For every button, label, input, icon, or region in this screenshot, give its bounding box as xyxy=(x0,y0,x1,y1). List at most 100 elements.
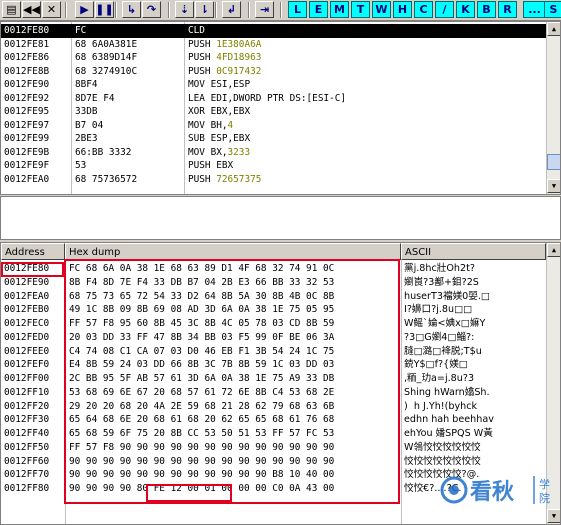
window-button-c[interactable]: C xyxy=(414,1,433,18)
dump-ascii: ,粫_玏a=j.8u?3 xyxy=(404,373,475,384)
window-button-b[interactable]: B xyxy=(477,1,496,18)
dump-address: 0012FF20 xyxy=(4,400,50,412)
window-button-h[interactable]: H xyxy=(393,1,412,18)
hex-dump-highlight-box xyxy=(64,259,400,504)
disasm-command: PUSH EBX xyxy=(188,159,233,173)
disasm-row[interactable]: 0012FE86 68 6389D14F PUSH 4FD18963 xyxy=(1,51,546,65)
dump-address: 0012FF40 xyxy=(4,428,50,439)
disasm-row[interactable]: 0012FE90 8BF4 MOV ESI,ESP xyxy=(1,78,546,92)
disasm-address: 0012FE81 xyxy=(4,38,50,50)
scroll-down-icon[interactable]: ▼ xyxy=(547,179,560,193)
dump-address: 0012FE90 xyxy=(4,276,50,288)
dump-address: 0012FF30 xyxy=(4,414,50,426)
trace-over-icon[interactable]: ⇂ xyxy=(195,1,214,18)
dump-address: 0012FEC0 xyxy=(4,318,50,329)
disasm-command: PUSH 0C917432 xyxy=(188,65,261,79)
disasm-hex: 8BF4 xyxy=(75,79,98,90)
trace-into-icon[interactable]: ⇣ xyxy=(175,1,194,18)
address-highlight-box xyxy=(1,262,64,277)
disasm-row[interactable]: 0012FE9F 53 PUSH EBX xyxy=(1,159,546,173)
disasm-row[interactable]: 0012FE97 B7 04 MOV BH,4 xyxy=(1,119,546,133)
window-button-e[interactable]: E xyxy=(309,1,328,18)
window-button-k[interactable]: K xyxy=(456,1,475,18)
disasm-row[interactable]: 0012FE92 8D7E F4 LEA EDI,DWORD PTR DS:[ESI… xyxy=(1,92,546,106)
svg-text:学: 学 xyxy=(539,477,550,491)
dump-address: 0012FF50 xyxy=(4,441,50,453)
dump-ascii: 恔恔恔恔恔恔恔恔 xyxy=(404,455,481,467)
pause-icon[interactable]: ❚❚ xyxy=(95,1,114,18)
scroll-up-icon[interactable]: ▲ xyxy=(547,243,560,257)
toolbar-separator xyxy=(248,2,250,18)
window-button-l[interactable]: L xyxy=(288,1,307,18)
disasm-row[interactable]: 0012FE80 FC CLD xyxy=(1,24,546,38)
return-address-highlight-box xyxy=(146,484,232,502)
window-button-slash[interactable]: / xyxy=(435,1,454,18)
rewind-icon[interactable]: ◀◀ xyxy=(22,1,41,18)
window-button-r[interactable]: R xyxy=(498,1,517,18)
open-icon[interactable]: ▤ xyxy=(2,1,21,18)
scroll-up-icon[interactable]: ▲ xyxy=(547,22,560,36)
disasm-mnemonic: PUSH xyxy=(188,65,217,77)
disasm-hex: FC xyxy=(75,25,87,36)
dump-ascii: huserT3襠媄0婯.□ xyxy=(404,290,490,302)
dump-ascii: ) h J.Yh!(byhck xyxy=(404,400,478,412)
window-button-t[interactable]: T xyxy=(351,1,370,18)
disasm-argument: 72657375 xyxy=(216,173,262,185)
address-column-header[interactable]: Address xyxy=(1,243,65,260)
disasm-hex: 68 3274910C xyxy=(75,65,138,77)
window-button-w[interactable]: W xyxy=(372,1,391,18)
dump-address: 0012FEB0 xyxy=(4,304,50,316)
window-button-more[interactable]: ... xyxy=(523,1,546,18)
window-button-m[interactable]: M xyxy=(330,1,349,18)
disasm-address: 0012FE86 xyxy=(4,52,50,63)
disasm-row[interactable]: 0012FEA0 68 75736572 PUSH 72657375 xyxy=(1,173,546,187)
disasm-hex: 68 6389D14F xyxy=(75,52,138,63)
disasm-scrollbar[interactable]: ▲ ▼ xyxy=(546,22,560,194)
disasm-mnemonic: MOV BH, xyxy=(188,119,228,131)
disasm-hex: 33DB xyxy=(75,106,98,117)
toolbar-separator xyxy=(215,2,217,18)
dump-ascii: 黨j.8hc壯Oh2t? xyxy=(404,263,475,274)
dump-address: 0012FEA0 xyxy=(4,290,50,302)
disasm-address: 0012FE9F xyxy=(4,160,50,171)
disasm-command: PUSH 4FD18963 xyxy=(188,51,261,65)
disasm-hex: 66:BB 3332 xyxy=(75,146,132,158)
run-icon[interactable]: ▶ xyxy=(75,1,94,18)
hex-column-header[interactable]: Hex dump xyxy=(65,243,401,260)
disasm-row[interactable]: 0012FE9B 66:BB 3332 MOV BX,3233 xyxy=(1,146,546,160)
disasm-address: 0012FE8B xyxy=(4,65,50,77)
disasm-mnemonic: PUSH EBX xyxy=(188,160,234,171)
disasm-address: 0012FE9B xyxy=(4,146,50,158)
execute-till-return-icon[interactable]: ↲ xyxy=(222,1,241,18)
disasm-mnemonic: LEA EDI,DWORD PTR DS:[ESI-C] xyxy=(188,92,347,104)
disasm-command: SUB ESP,EBX xyxy=(188,132,250,146)
disasm-row[interactable]: 0012FE8B 68 3274910C PUSH 0C917432 xyxy=(1,65,546,79)
disasm-command: MOV BH,4 xyxy=(188,119,233,133)
disasm-hex: 68 6A0A381E xyxy=(75,38,138,50)
dump-ascii: edhn hah beehhav xyxy=(404,414,494,426)
step-into-icon[interactable]: ↳ xyxy=(122,1,141,18)
close-icon[interactable]: ✕ xyxy=(42,1,61,18)
toolbar-separator xyxy=(65,2,67,18)
toolbar-separator xyxy=(280,2,282,18)
toolbar-separator xyxy=(115,2,117,18)
dump-address: 0012FF10 xyxy=(4,386,50,398)
step-over-icon[interactable]: ↷ xyxy=(142,1,161,18)
scroll-down-icon[interactable]: ▼ xyxy=(547,509,560,523)
disasm-row[interactable]: 0012FE81 68 6A0A381E PUSH 1E380A6A xyxy=(1,38,546,52)
disasm-row[interactable]: 0012FE99 2BE3 SUB ESP,EBX xyxy=(1,132,546,146)
window-button-s[interactable]: S xyxy=(544,1,561,18)
disasm-address: 0012FE90 xyxy=(4,79,50,90)
disasm-command: MOV BX,3233 xyxy=(188,146,250,160)
disasm-mnemonic: PUSH xyxy=(188,38,217,50)
disasm-row[interactable]: 0012FE95 33DB XOR EBX,EBX xyxy=(1,105,546,119)
goto-icon[interactable]: ⇥ xyxy=(255,1,274,18)
scroll-thumb[interactable] xyxy=(547,154,560,170)
watermark-text: 看秋 xyxy=(470,480,515,505)
disasm-hex: 2BE3 xyxy=(75,133,98,144)
ascii-column-header[interactable]: ASCII xyxy=(401,243,546,260)
dump-ascii: ehYou 嬏SPQS W黃 xyxy=(404,428,493,439)
disasm-command: XOR EBX,EBX xyxy=(188,105,250,119)
toolbar: ▤ ◀◀ ✕ ▶ ❚❚ ↳ ↷ ⇣ ⇂ ↲ ⇥ L E M T W H C / K B R... S xyxy=(0,0,561,21)
disasm-command: PUSH 72657375 xyxy=(188,173,261,187)
